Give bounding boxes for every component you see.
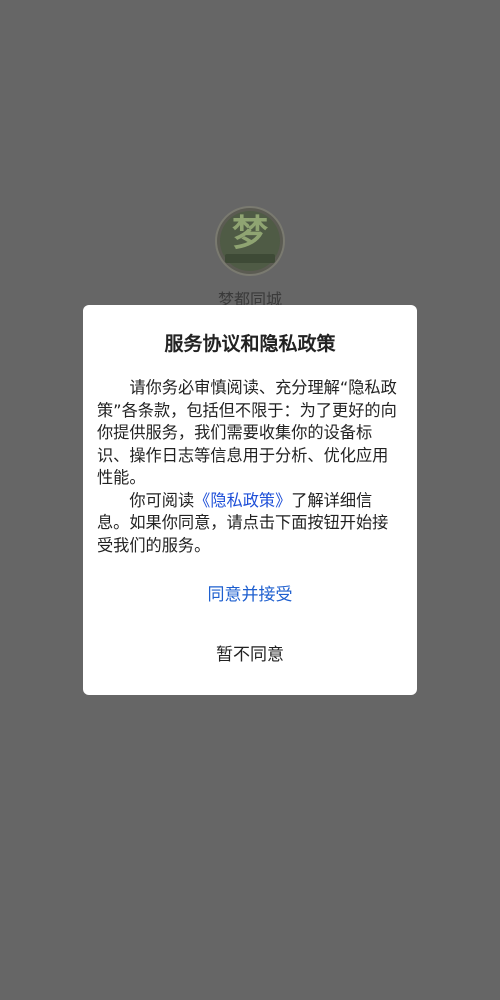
privacy-dialog: 服务协议和隐私政策 请你务必审慎阅读、充分理解“隐私政策”各条款，包括但不限于：… <box>83 305 417 695</box>
dialog-title: 服务协议和隐私政策 <box>164 333 336 355</box>
accept-button[interactable]: 同意并接受 <box>83 580 417 610</box>
dialog-paragraph-2: 你可阅读《隐私政策》了解详细信息。如果你同意，请点击下面按钮开始接受我们的服务。 <box>97 490 397 558</box>
app-logo-band <box>225 254 275 263</box>
app-logo-glyph: 梦 <box>231 213 268 254</box>
app-logo: 梦 <box>217 208 283 274</box>
screen: 梦 梦都同城 服务协议和隐私政策 请你务必审慎阅读、充分理解“隐私政策”各条款，… <box>0 0 500 1000</box>
decline-button[interactable]: 暂不同意 <box>83 640 417 670</box>
privacy-policy-link[interactable]: 《隐私政策》 <box>194 491 291 510</box>
paragraph-2-before: 你可阅读 <box>129 490 195 510</box>
dialog-body: 请你务必审慎阅读、充分理解“隐私政策”各条款，包括但不限于：为了更好的向你提供服… <box>97 377 397 557</box>
dialog-paragraph-1: 请你务必审慎阅读、充分理解“隐私政策”各条款，包括但不限于：为了更好的向你提供服… <box>97 378 397 487</box>
